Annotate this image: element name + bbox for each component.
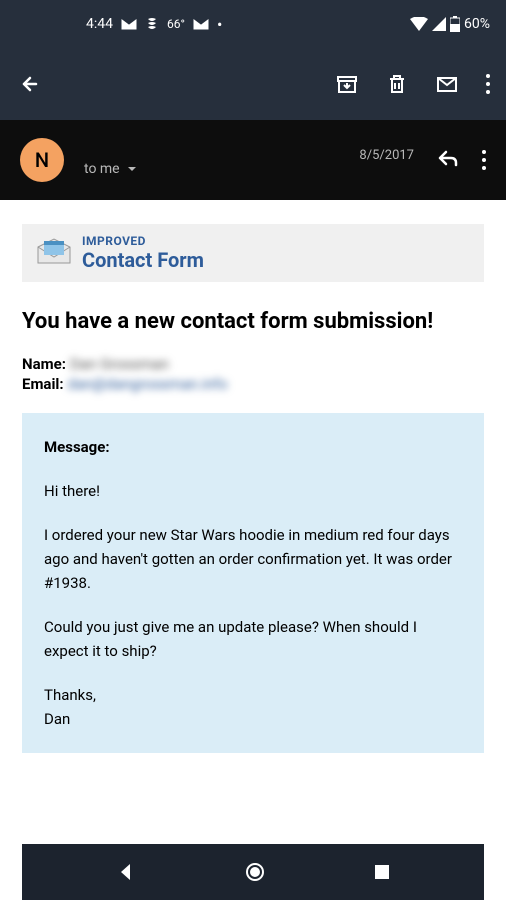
email-date: 8/5/2017 [359, 148, 414, 163]
email-body: IMPROVED Contact Form You have a new con… [0, 200, 506, 777]
chevron-down-icon [126, 163, 138, 175]
message-p4: Thanks, [44, 683, 462, 707]
status-temp: 66° [167, 17, 185, 31]
nav-bar [22, 844, 484, 900]
mail-icon[interactable] [436, 73, 458, 95]
avatar[interactable]: N [20, 138, 64, 182]
name-value: Dan Grossman [70, 355, 169, 373]
nav-home-icon[interactable] [244, 861, 266, 883]
email-subject: You have a new contact form submission! [22, 308, 484, 337]
app-icon [145, 17, 159, 31]
message-label: Message: [44, 435, 462, 459]
banner: IMPROVED Contact Form [22, 224, 484, 282]
status-left: 4:44 66° • [86, 15, 222, 34]
message-p5: Dan [44, 707, 462, 731]
nav-recent-icon[interactable] [373, 863, 391, 881]
battery-icon [450, 16, 460, 32]
envelope-icon [121, 18, 137, 30]
app-bar [0, 48, 506, 120]
banner-line1: IMPROVED [82, 234, 204, 248]
banner-line2: Contact Form [82, 248, 204, 272]
message-p3: Could you just give me an update please?… [44, 615, 462, 663]
dot-icon: • [217, 15, 222, 34]
more-icon[interactable] [486, 74, 490, 94]
email-value: dan@dangrossman.info [68, 375, 228, 393]
status-battery: 60% [464, 16, 490, 32]
archive-icon[interactable] [336, 73, 358, 95]
email-header: N to me 8/5/2017 [0, 120, 506, 200]
message-body: Hi there! I ordered your new Star Wars h… [44, 479, 462, 731]
trash-icon[interactable] [386, 73, 408, 95]
envelope-icon [36, 237, 72, 269]
recipient-dropdown[interactable]: to me [84, 161, 138, 177]
status-bar: 4:44 66° • 60% [0, 0, 506, 48]
avatar-letter: N [35, 148, 49, 172]
signal-icon [432, 17, 446, 31]
email-label: Email: [22, 375, 64, 393]
recipient-label: to me [84, 161, 120, 177]
message-box: Message: Hi there! I ordered your new St… [22, 413, 484, 753]
contact-meta: Name: Dan Grossman Email: dan@dangrossma… [22, 355, 484, 393]
status-right: 60% [410, 16, 490, 32]
nav-back-icon[interactable] [115, 861, 137, 883]
envelope-icon [193, 18, 209, 30]
status-time: 4:44 [86, 16, 113, 32]
wifi-icon [410, 17, 428, 31]
more-icon[interactable] [482, 150, 486, 170]
message-p1: Hi there! [44, 479, 462, 503]
name-label: Name: [22, 355, 66, 373]
reply-icon[interactable] [436, 146, 460, 174]
back-icon[interactable] [16, 72, 40, 96]
message-p2: I ordered your new Star Wars hoodie in m… [44, 523, 462, 595]
